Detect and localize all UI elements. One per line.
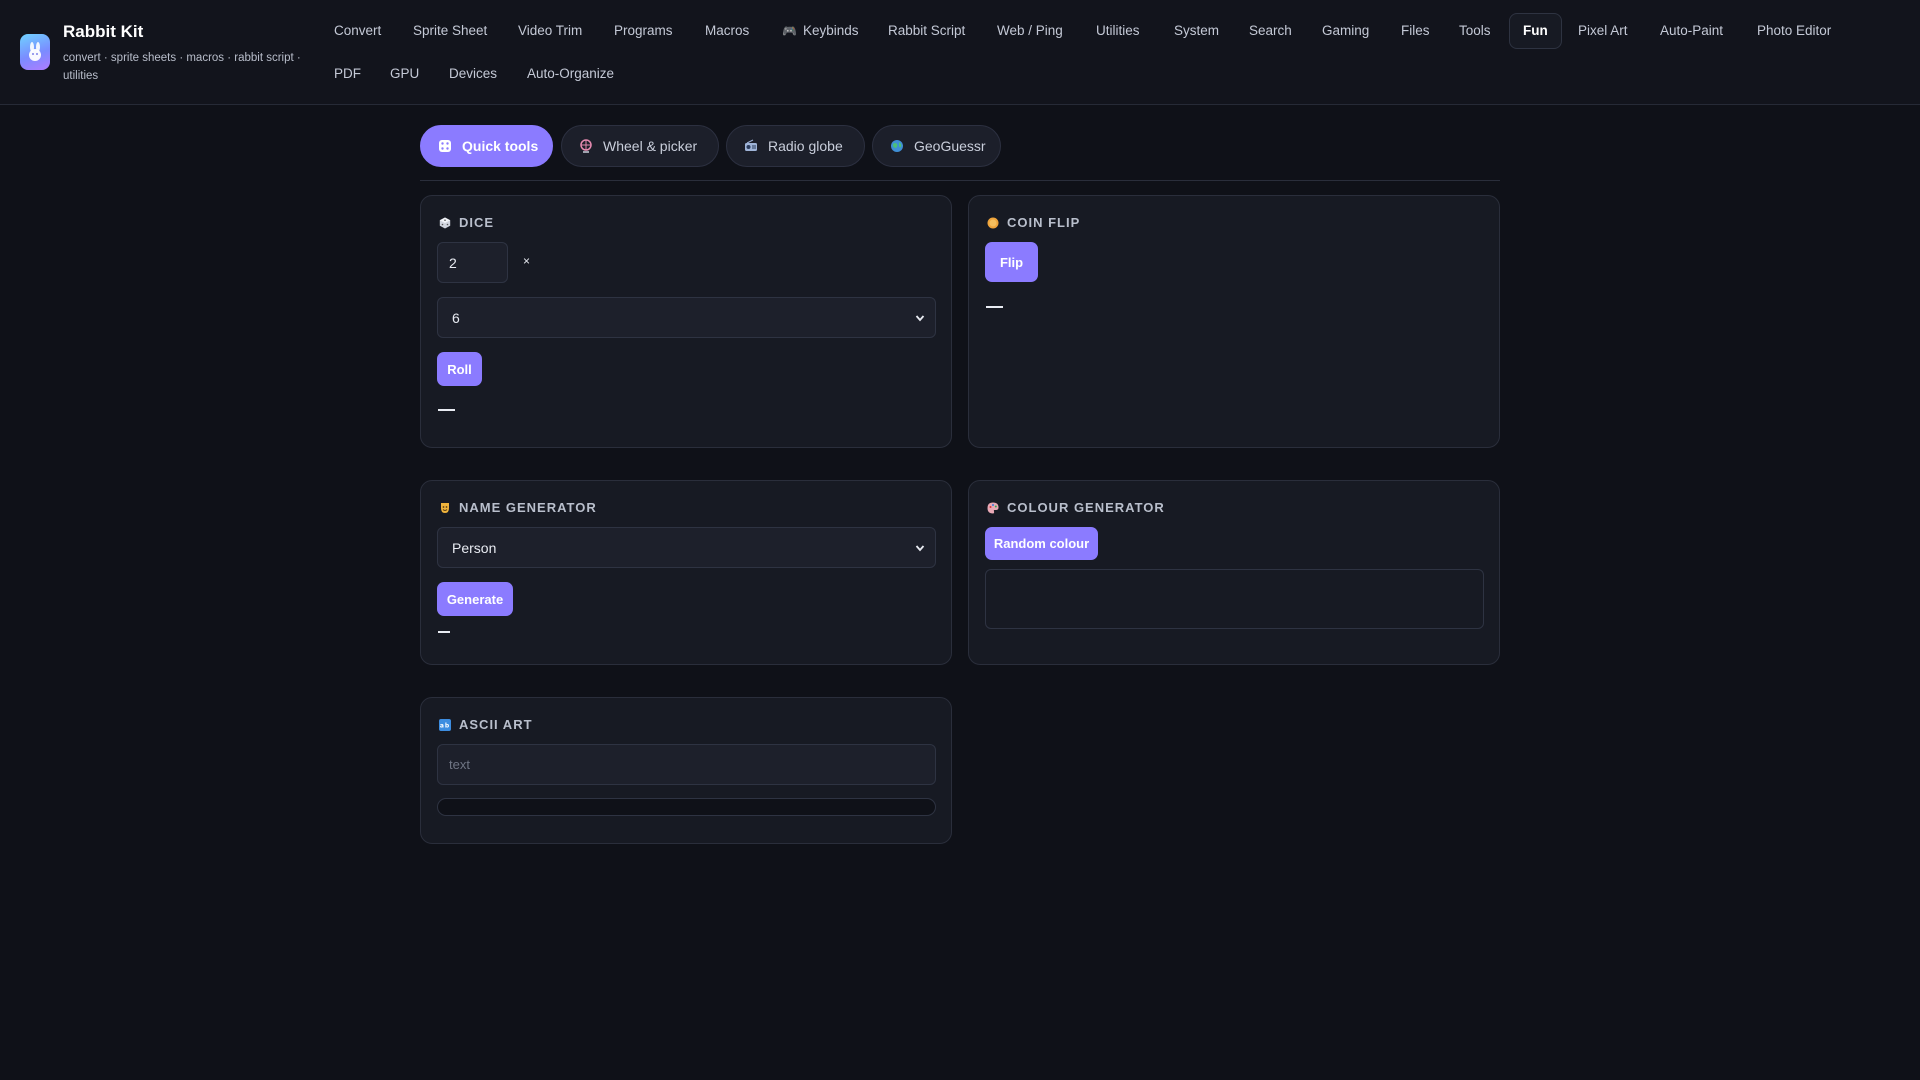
generate-button[interactable]: Generate — [437, 582, 513, 616]
nav-keybinds[interactable]: 🎮 Keybinds — [769, 13, 872, 49]
app-title: Rabbit Kit — [63, 22, 144, 41]
roll-button[interactable]: Roll — [437, 352, 482, 386]
tab-radio-globe[interactable]: Radio globe — [726, 125, 865, 167]
dice-result — [438, 409, 455, 411]
ascii-text-input[interactable]: text — [437, 744, 936, 785]
dice-title: DICE — [438, 215, 494, 230]
tab-geoguessr[interactable]: GeoGuessr — [872, 125, 1001, 167]
coin-title: COIN FLIP — [986, 215, 1080, 230]
ascii-input-placeholder: text — [449, 757, 470, 772]
nav-fun[interactable]: Fun — [1509, 13, 1562, 49]
dice-icon — [438, 139, 452, 153]
ascii-art-card: ab ASCII ART text — [420, 697, 952, 844]
radio-icon — [744, 139, 758, 153]
palette-icon — [986, 501, 999, 514]
nav-programs[interactable]: Programs — [601, 13, 686, 49]
name-gen-title-label: NAME GENERATOR — [459, 500, 597, 515]
ascii-title: ab ASCII ART — [438, 717, 533, 732]
nav-auto-organize[interactable]: Auto-Organize — [514, 56, 627, 92]
dice-sides-select[interactable]: 6 — [437, 297, 936, 338]
colour-gen-title: COLOUR GENERATOR — [986, 500, 1165, 515]
nav-auto-paint[interactable]: Auto-Paint — [1647, 13, 1736, 49]
flip-button[interactable]: Flip — [985, 242, 1038, 282]
masks-icon — [438, 501, 451, 514]
dice-icon — [438, 216, 451, 229]
fun-subtabs: Quick tools Wheel & picker Radio globe G… — [420, 125, 1500, 181]
colour-output — [985, 569, 1484, 629]
nav-rabbit-script[interactable]: Rabbit Script — [875, 13, 978, 49]
name-type-value: Person — [452, 539, 497, 556]
name-generator-card: NAME GENERATOR Person Generate — [420, 480, 952, 665]
tab-geoguessr-label: GeoGuessr — [914, 138, 986, 154]
gamepad-icon: 🎮 — [782, 24, 797, 38]
top-navigation-bar: Rabbit Kit convert · sprite sheets · mac… — [0, 0, 1920, 105]
ascii-title-label: ASCII ART — [459, 717, 533, 732]
dice-title-label: DICE — [459, 215, 495, 230]
dice-count-input[interactable]: 2 — [437, 242, 508, 283]
name-result — [438, 631, 450, 633]
nav-files[interactable]: Files — [1388, 13, 1443, 49]
name-type-select[interactable]: Person — [437, 527, 936, 568]
chevron-down-icon — [915, 313, 925, 323]
colour-gen-title-label: COLOUR GENERATOR — [1007, 500, 1165, 515]
tab-wheel-picker-label: Wheel & picker — [603, 138, 698, 154]
nav-pdf[interactable]: PDF — [321, 56, 374, 92]
dice-card: DICE 2 × 6 Roll — [420, 195, 952, 448]
nav-convert[interactable]: Convert — [321, 13, 394, 49]
globe-icon — [890, 139, 904, 153]
rabbit-logo-icon — [20, 34, 50, 70]
tab-quick-tools-label: Quick tools — [462, 138, 539, 154]
random-colour-button[interactable]: Random colour — [985, 527, 1098, 560]
nav-tools[interactable]: Tools — [1446, 13, 1504, 49]
colour-generator-card: COLOUR GENERATOR Random colour — [968, 480, 1500, 665]
coin-result — [986, 306, 1003, 308]
times-symbol: × — [523, 254, 531, 268]
tab-wheel-picker[interactable]: Wheel & picker — [561, 125, 719, 167]
dice-sides-value: 6 — [452, 309, 460, 326]
nav-keybinds-label: Keybinds — [802, 23, 859, 38]
abc-icon: ab — [438, 718, 451, 731]
nav-utilities[interactable]: Utilities — [1083, 13, 1153, 49]
chevron-down-icon — [915, 543, 925, 553]
nav-gaming[interactable]: Gaming — [1309, 13, 1382, 49]
ferris-wheel-icon — [579, 139, 593, 153]
nav-video-trim[interactable]: Video Trim — [505, 13, 595, 49]
nav-devices[interactable]: Devices — [436, 56, 510, 92]
coin-flip-card: COIN FLIP Flip — [968, 195, 1500, 448]
coin-icon — [986, 216, 999, 229]
nav-macros[interactable]: Macros — [692, 13, 762, 49]
nav-web-ping[interactable]: Web / Ping — [984, 13, 1076, 49]
nav-pixel-art[interactable]: Pixel Art — [1565, 13, 1641, 49]
tab-quick-tools[interactable]: Quick tools — [420, 125, 553, 167]
app-subtitle: convert · sprite sheets · macros · rabbi… — [63, 52, 301, 82]
nav-photo-editor[interactable]: Photo Editor — [1744, 13, 1844, 49]
nav-search[interactable]: Search — [1236, 13, 1305, 49]
nav-gpu[interactable]: GPU — [377, 56, 432, 92]
svg-text:ab: ab — [439, 722, 449, 729]
coin-title-label: COIN FLIP — [1007, 215, 1081, 230]
nav-system[interactable]: System — [1161, 13, 1232, 49]
name-gen-title: NAME GENERATOR — [438, 500, 597, 515]
ascii-output — [437, 798, 936, 816]
tab-radio-globe-label: Radio globe — [768, 138, 843, 154]
nav-sprite-sheet[interactable]: Sprite Sheet — [400, 13, 500, 49]
